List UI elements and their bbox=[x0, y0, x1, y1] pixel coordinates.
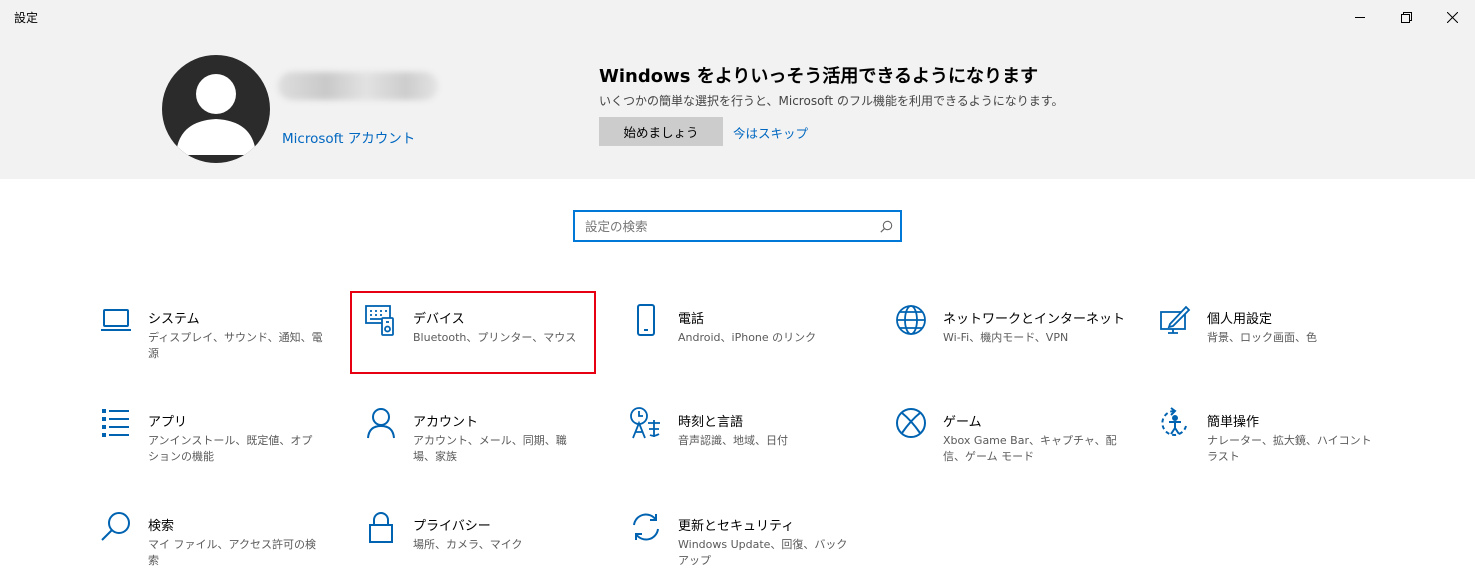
user-silhouette-icon bbox=[176, 74, 256, 155]
category-name: システム bbox=[148, 312, 200, 327]
category-description: Xbox Game Bar、キャプチャ、配信、ゲーム モード bbox=[943, 434, 1117, 463]
category-devices[interactable]: デバイス Bluetooth、プリンター、マウス bbox=[364, 303, 609, 383]
close-icon bbox=[1446, 11, 1458, 23]
restore-button[interactable] bbox=[1383, 0, 1429, 34]
person-icon bbox=[364, 406, 398, 440]
category-name: 時刻と言語 bbox=[678, 415, 744, 430]
category-name: プライバシー bbox=[413, 519, 491, 534]
get-started-button[interactable]: 始めましょう bbox=[599, 117, 723, 146]
phone-icon bbox=[629, 303, 663, 337]
category-description: 背景、ロック画面、色 bbox=[1207, 331, 1317, 344]
category-name: 検索 bbox=[148, 519, 175, 534]
category-personalization[interactable]: 個人用設定 背景、ロック画面、色 bbox=[1158, 303, 1403, 383]
category-name: 更新とセキュリティ bbox=[678, 519, 795, 534]
microsoft-account-link[interactable]: Microsoft アカウント bbox=[282, 127, 415, 147]
category-search[interactable]: 検索 マイ ファイル、アクセス許可の検索 bbox=[99, 510, 344, 581]
category-apps[interactable]: アプリ アンインストール、既定値、オプションの機能 bbox=[99, 406, 344, 486]
avatar[interactable] bbox=[162, 55, 270, 163]
sync-icon bbox=[629, 510, 663, 544]
category-description: アカウント、メール、同期、職場、家族 bbox=[413, 434, 567, 463]
category-network[interactable]: ネットワークとインターネット Wi-Fi、機内モード、VPN bbox=[894, 303, 1139, 383]
promo-title: Windows をよりいっそう活用できるようになります bbox=[599, 66, 1038, 87]
keyboard-devices-icon bbox=[364, 303, 398, 337]
category-description: Wi-Fi、機内モード、VPN bbox=[943, 331, 1069, 344]
close-button[interactable] bbox=[1429, 0, 1475, 34]
category-name: アカウント bbox=[413, 415, 479, 430]
globe-icon bbox=[894, 303, 928, 337]
ease-of-access-icon bbox=[1158, 406, 1192, 440]
category-description: 音声認識、地域、日付 bbox=[678, 434, 788, 447]
account-banner: Microsoft アカウント Windows をよりいっそう活用できるようにな… bbox=[0, 34, 1475, 179]
category-name: ネットワークとインターネット bbox=[943, 312, 1126, 327]
xbox-icon bbox=[894, 406, 928, 440]
category-time-language[interactable]: 時刻と言語 音声認識、地域、日付 bbox=[629, 406, 874, 486]
minimize-icon bbox=[1355, 17, 1365, 18]
category-accounts[interactable]: アカウント アカウント、メール、同期、職場、家族 bbox=[364, 406, 609, 486]
search-input[interactable] bbox=[575, 212, 865, 240]
category-name: ゲーム bbox=[943, 415, 982, 430]
time-language-icon bbox=[629, 406, 663, 440]
category-description: Android、iPhone のリンク bbox=[678, 331, 817, 344]
laptop-icon bbox=[99, 303, 133, 337]
category-privacy[interactable]: プライバシー 場所、カメラ、マイク bbox=[364, 510, 609, 581]
apps-list-icon bbox=[99, 406, 133, 440]
category-name: 簡単操作 bbox=[1207, 415, 1260, 430]
search-icon[interactable] bbox=[880, 220, 893, 233]
category-name: デバイス bbox=[413, 312, 465, 327]
category-update-security[interactable]: 更新とセキュリティ Windows Update、回復、バックアップ bbox=[629, 510, 874, 581]
title-bar: 設定 bbox=[0, 0, 1475, 34]
minimize-button[interactable] bbox=[1337, 0, 1383, 34]
skip-link[interactable]: 今はスキップ bbox=[733, 123, 808, 142]
personalization-icon bbox=[1158, 303, 1192, 337]
search-icon bbox=[99, 510, 133, 544]
window-title: 設定 bbox=[14, 11, 39, 25]
category-description: ナレーター、拡大鏡、ハイコントラスト bbox=[1207, 434, 1372, 463]
category-name: アプリ bbox=[148, 415, 188, 430]
category-description: マイ ファイル、アクセス許可の検索 bbox=[148, 538, 316, 567]
category-system[interactable]: システム ディスプレイ、サウンド、通知、電源 bbox=[99, 303, 344, 383]
category-description: 場所、カメラ、マイク bbox=[413, 538, 523, 551]
category-ease-of-access[interactable]: 簡単操作 ナレーター、拡大鏡、ハイコントラスト bbox=[1158, 406, 1403, 486]
category-name: 電話 bbox=[678, 312, 705, 327]
settings-search-box[interactable] bbox=[573, 210, 902, 242]
category-phone[interactable]: 電話 Android、iPhone のリンク bbox=[629, 303, 874, 383]
restore-icon bbox=[1400, 11, 1412, 23]
promo-subtitle: いくつかの簡単な選択を行うと、Microsoft のフル機能を利用できるようにな… bbox=[599, 94, 1064, 108]
category-description: ディスプレイ、サウンド、通知、電源 bbox=[148, 331, 323, 360]
category-name: 個人用設定 bbox=[1207, 312, 1273, 327]
blurred-user-name bbox=[278, 72, 438, 100]
category-description: Bluetooth、プリンター、マウス bbox=[413, 331, 577, 344]
category-description: Windows Update、回復、バックアップ bbox=[678, 538, 848, 567]
category-description: アンインストール、既定値、オプションの機能 bbox=[148, 434, 313, 463]
lock-icon bbox=[364, 510, 398, 544]
category-gaming[interactable]: ゲーム Xbox Game Bar、キャプチャ、配信、ゲーム モード bbox=[894, 406, 1139, 486]
